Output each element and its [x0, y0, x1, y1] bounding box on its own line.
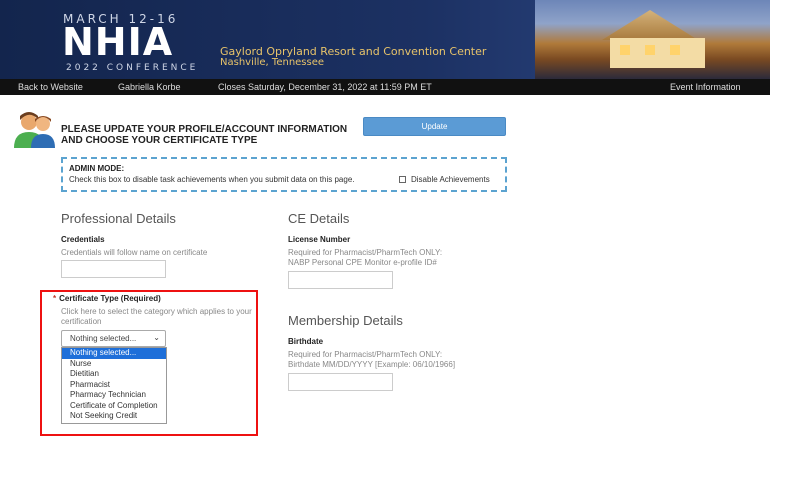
certificate-type-select[interactable]: Nothing selected... ⌄: [61, 330, 166, 347]
disable-achievements-checkbox[interactable]: Disable Achievements: [399, 175, 490, 184]
license-number-input[interactable]: [288, 271, 393, 289]
chevron-down-icon: ⌄: [153, 333, 160, 342]
dropdown-option[interactable]: Certificate of Completion: [62, 401, 166, 412]
birthdate-help: Required for Pharmacist/PharmTech ONLY: B…: [288, 350, 508, 370]
birthdate-help-line1: Required for Pharmacist/PharmTech ONLY:: [288, 350, 443, 359]
dropdown-option[interactable]: Not Seeking Credit: [62, 411, 166, 422]
header-banner: MARCH 12-16 NHIA 2022 CONFERENCE Gaylord…: [0, 0, 770, 79]
birthdate-help-line2: Birthdate MM/DD/YYYY [Example: 06/10/196…: [288, 360, 456, 369]
dropdown-option[interactable]: Dietitian: [62, 369, 166, 380]
certificate-type-selected: Nothing selected...: [70, 334, 137, 343]
photo-window: [645, 45, 655, 55]
photo-window: [620, 45, 630, 55]
venue-photo: [535, 0, 770, 79]
license-number-help: Required for Pharmacist/PharmTech ONLY: N…: [288, 248, 508, 268]
back-to-website-link[interactable]: Back to Website: [18, 82, 83, 92]
conference-logo: NHIA: [62, 20, 174, 64]
photo-window: [670, 45, 680, 55]
checkbox-square[interactable]: [399, 176, 406, 183]
venue-city: Nashville, Tennessee: [220, 57, 325, 68]
certificate-type-help: Click here to select the category which …: [61, 307, 252, 326]
license-help-line1: Required for Pharmacist/PharmTech ONLY:: [288, 248, 443, 257]
professional-details-title: Professional Details: [61, 211, 176, 226]
birthdate-label: Birthdate: [288, 337, 324, 346]
user-name-link[interactable]: Gabriella Korbe: [118, 82, 181, 92]
dropdown-option[interactable]: Pharmacist: [62, 380, 166, 391]
update-button[interactable]: Update: [363, 117, 506, 136]
dropdown-option[interactable]: Pharmacy Technician: [62, 390, 166, 401]
certificate-type-label-text: Certificate Type (Required): [59, 294, 161, 303]
admin-mode-title: ADMIN MODE:: [69, 164, 125, 173]
birthdate-input[interactable]: [288, 373, 393, 391]
required-star: *: [53, 294, 57, 303]
ce-details-title: CE Details: [288, 211, 350, 226]
license-help-line2: NABP Personal CPE Monitor e-profile ID#: [288, 258, 437, 267]
admin-mode-box: ADMIN MODE: Check this box to disable ta…: [61, 157, 507, 192]
membership-details-title: Membership Details: [288, 313, 403, 328]
credentials-help: Credentials will follow name on certific…: [61, 248, 208, 257]
closing-date-text: Closes Saturday, December 31, 2022 at 11…: [218, 82, 432, 92]
photo-roof: [602, 10, 698, 40]
conference-subtitle: 2022 CONFERENCE: [66, 63, 199, 73]
credentials-input[interactable]: [61, 260, 166, 278]
dropdown-option[interactable]: Nothing selected...: [62, 348, 166, 359]
top-nav: Back to Website Gabriella Korbe Closes S…: [0, 79, 770, 95]
license-number-label: License Number: [288, 235, 351, 244]
disable-achievements-label: Disable Achievements: [411, 175, 490, 184]
page-title: PLEASE UPDATE YOUR PROFILE/ACCOUNT INFOR…: [61, 124, 348, 146]
users-icon: [14, 112, 55, 148]
certificate-type-dropdown: Nothing selected... Nurse Dietitian Phar…: [61, 347, 167, 424]
dropdown-option[interactable]: Nurse: [62, 359, 166, 370]
event-information-link[interactable]: Event Information: [670, 82, 741, 92]
certificate-type-label: * Certificate Type (Required): [53, 294, 161, 303]
credentials-label: Credentials: [61, 235, 105, 244]
